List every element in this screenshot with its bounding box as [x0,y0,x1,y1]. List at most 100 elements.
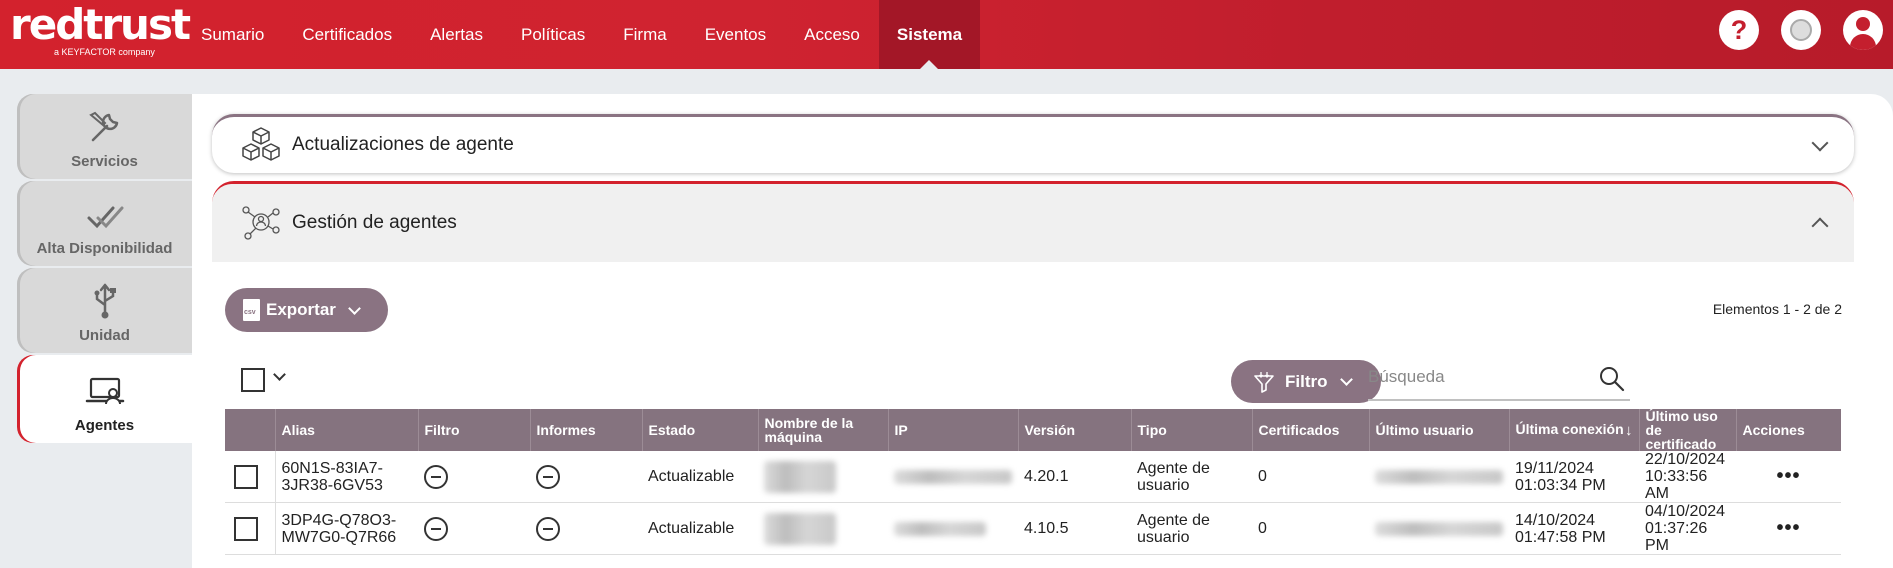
cell-machine-name [758,502,888,555]
minus-circle-icon [424,464,448,489]
redacted-ip [894,469,1012,484]
cell-ip [888,502,1018,555]
nav-item-eventos[interactable]: Eventos [686,0,785,69]
nav-item-politicas[interactable]: Políticas [502,0,604,69]
nav-item-firma[interactable]: Firma [604,0,685,69]
accordion-agent-updates[interactable]: Actualizaciones de agente [212,114,1854,173]
help-icon[interactable]: ? [1719,10,1759,50]
main-nav: Sumario Certificados Alertas Políticas F… [182,0,981,70]
sidebar-item-label: Alta Disponibilidad [36,240,173,257]
filter-label: Filtro [1285,371,1328,391]
network-user-icon [242,206,280,240]
main-panel: Actualizaciones de agente Gestión de age… [192,94,1893,568]
row-checkbox[interactable] [234,464,258,489]
laptop-user-icon [85,377,124,405]
logo-tagline: a KEYFACTOR company [54,47,155,57]
sidebar-item-label: Servicios [71,153,138,170]
brand-logo[interactable]: redtrust a KEYFACTOR company [10,2,191,58]
column-header-last-cert-use[interactable]: Último uso de certificado [1639,409,1737,451]
column-header-tipo[interactable]: Tipo [1131,409,1253,451]
column-header-filtro[interactable]: Filtro [418,409,531,451]
usb-icon [94,283,116,319]
redacted-machine-name [764,512,836,545]
cell-informes [530,502,642,555]
column-header-last-connection[interactable]: ↓ Última conexión [1509,409,1640,451]
cell-certificados: 0 [1252,502,1369,555]
column-header-ip[interactable]: IP [888,409,1019,451]
sidebar-item-label: Unidad [79,327,130,344]
user-icon[interactable] [1843,10,1883,50]
column-header-last-user[interactable]: Último usuario [1369,409,1510,451]
minus-circle-icon [536,516,560,541]
sidebar-item-agentes[interactable]: Agentes [17,355,192,443]
cell-last-cert-use: 22/10/2024 10:33:56 AM [1639,451,1736,503]
csv-file-icon [243,299,260,321]
column-header-certificados[interactable]: Certificados [1252,409,1370,451]
row-select-cell [225,502,276,555]
cell-last-user [1369,502,1509,555]
row-select-cell [225,451,276,503]
search-icon[interactable] [1598,365,1626,393]
chevron-down-icon [348,301,361,315]
row-checkbox[interactable] [234,516,258,541]
column-header-estado[interactable]: Estado [642,409,759,451]
cell-ip [888,451,1018,503]
cell-certificados: 0 [1252,451,1369,503]
table-row[interactable]: 3DP4G-Q78O3-MW7G0-Q7R66 Actualizable 4.1… [225,502,1841,555]
top-navigation-bar: redtrust a KEYFACTOR company Sumario Cer… [0,0,1893,70]
search-input[interactable] [1368,357,1588,397]
sidebar-item-label: Agentes [74,417,135,434]
sort-descending-icon[interactable]: ↓ [1625,423,1633,438]
redacted-ip [894,521,986,536]
search-box [1368,357,1630,401]
select-options-chevron-icon[interactable] [273,368,286,381]
cell-actions: ••• [1736,502,1841,555]
export-button[interactable]: Exportar [225,288,388,332]
cell-last-user [1369,451,1509,503]
accordion-header[interactable]: Gestión de agentes [212,184,1854,262]
column-header-actions: Acciones [1736,409,1841,451]
nav-item-alertas[interactable]: Alertas [411,0,502,69]
cell-actions: ••• [1736,451,1841,503]
nav-item-sumario[interactable]: Sumario [182,0,283,69]
cell-alias: 3DP4G-Q78O3-MW7G0-Q7R66 [275,502,418,555]
chevron-up-icon[interactable] [1811,217,1829,235]
cell-last-connection: 14/10/2024 01:47:58 PM [1509,502,1639,555]
cell-alias: 60N1S-83IA7-3JR38-6GV53 [275,451,418,503]
sidebar-item-alta-disponibilidad[interactable]: Alta Disponibilidad [17,181,192,266]
cell-estado: Actualizable [642,451,758,503]
cell-informes [530,451,642,503]
sidebar-item-servicios[interactable]: Servicios [17,94,192,179]
table-row[interactable]: 60N1S-83IA7-3JR38-6GV53 Actualizable 4.2… [225,451,1841,503]
column-header-version[interactable]: Versión [1018,409,1132,451]
sidebar-item-unidad[interactable]: Unidad [17,268,192,353]
cell-version: 4.20.1 [1018,451,1131,503]
cubes-icon [242,127,280,161]
cell-machine-name [758,451,888,503]
nav-item-sistema[interactable]: Sistema [878,0,981,70]
chevron-down-icon [1339,373,1353,386]
more-actions-icon[interactable]: ••• [1742,518,1835,538]
cell-filtro [418,502,530,555]
wrench-icon [88,111,118,142]
select-all-checkbox[interactable] [241,368,265,392]
more-actions-icon[interactable]: ••• [1742,466,1835,486]
cell-tipo: Agente de usuario [1131,451,1252,503]
chevron-down-icon[interactable] [1811,134,1829,152]
nav-item-certificados[interactable]: Certificados [283,0,411,69]
status-icon[interactable] [1781,10,1821,50]
top-icons: ? [1719,10,1883,50]
cell-version: 4.10.5 [1018,502,1131,555]
minus-circle-icon [536,464,560,489]
accordion-title: Gestión de agentes [292,212,457,233]
column-header-machine-name[interactable]: Nombre de la máquina [758,409,889,451]
cell-estado: Actualizable [642,502,758,555]
accordion-header[interactable]: Actualizaciones de agente [212,117,1854,173]
column-header-alias[interactable]: Alias [275,409,419,451]
cell-tipo: Agente de usuario [1131,502,1252,555]
column-header-informes[interactable]: Informes [530,409,643,451]
nav-item-acceso[interactable]: Acceso [785,0,879,69]
cell-last-connection: 19/11/2024 01:03:34 PM [1509,451,1639,503]
filter-button[interactable]: Filtro [1231,360,1381,403]
cell-filtro [418,451,530,503]
